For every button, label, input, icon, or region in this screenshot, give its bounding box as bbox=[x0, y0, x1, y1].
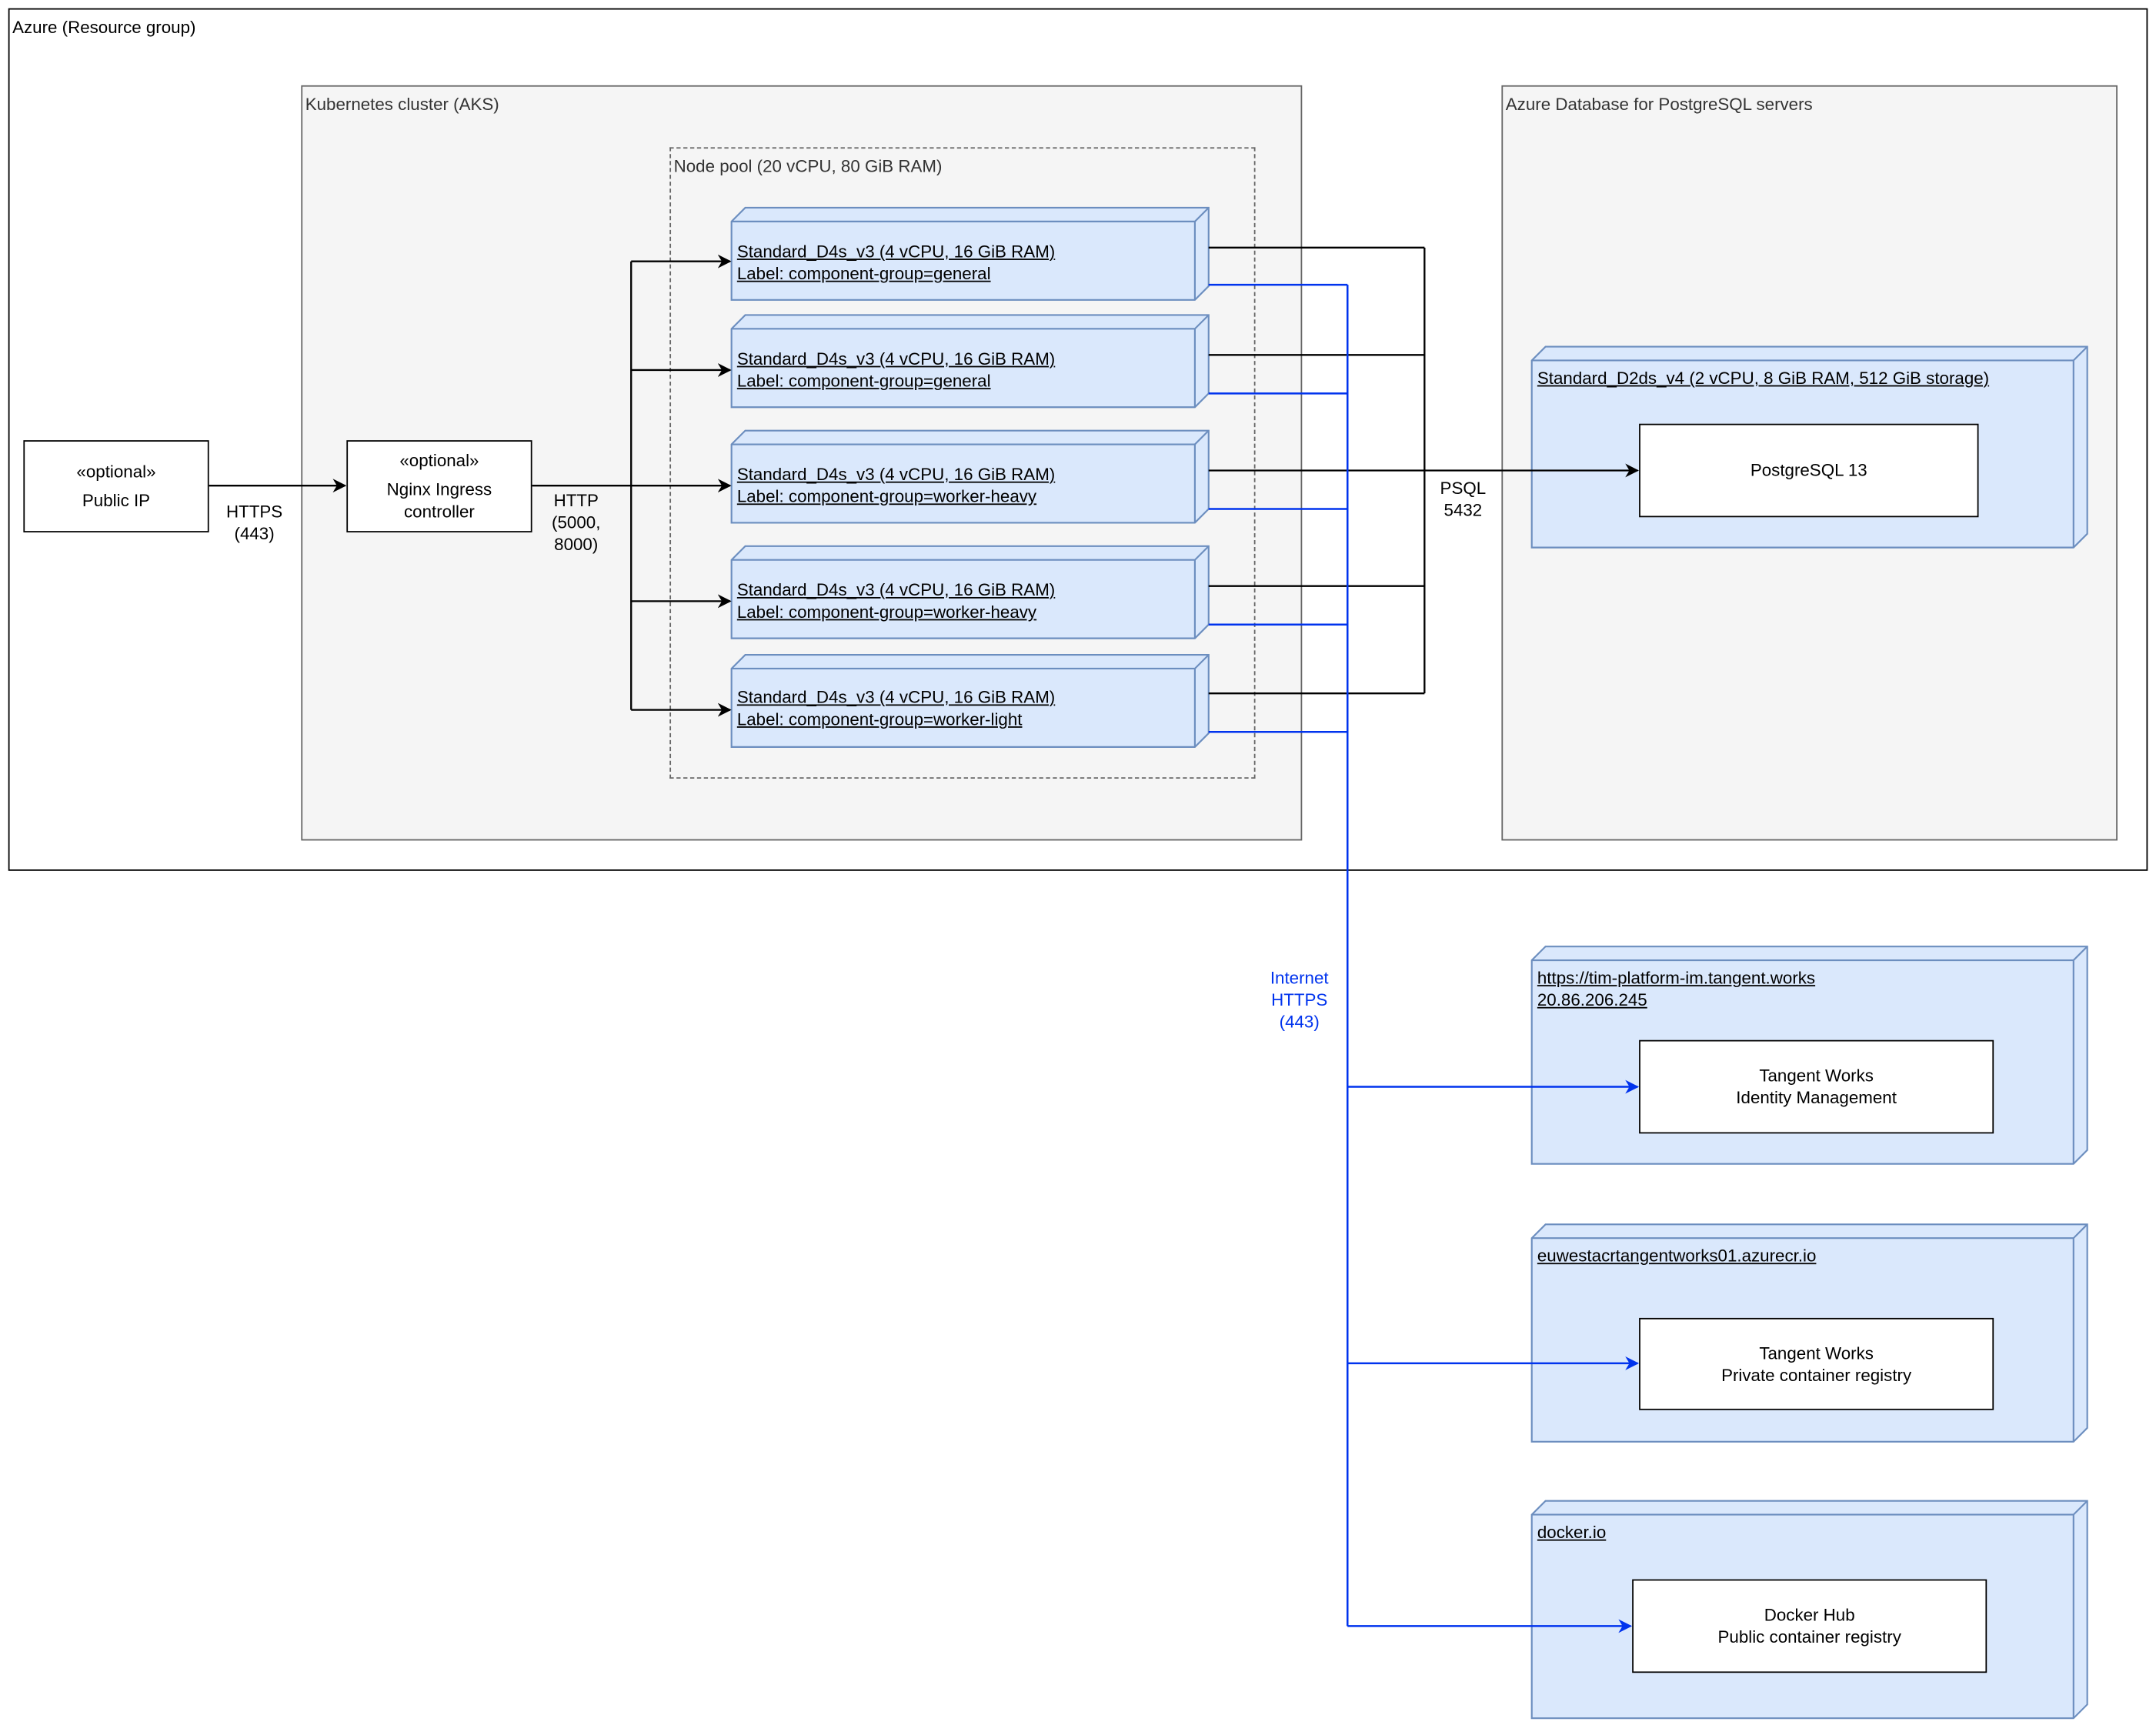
psql-edge-label: PSQL 5432 bbox=[1430, 477, 1496, 521]
node-0[interactable]: Standard_D4s_v3 (4 vCPU, 16 GiB RAM) Labe… bbox=[732, 222, 1193, 300]
docker-hub-line1: Docker Hub bbox=[1764, 1605, 1855, 1625]
node-1-label: Label: component-group=general bbox=[736, 371, 991, 391]
internet-label-line2: HTTPS bbox=[1271, 990, 1328, 1010]
http-label-line3: 8000) bbox=[554, 535, 599, 555]
private-registry-box[interactable]: Tangent Works Private container registry bbox=[1639, 1317, 1994, 1410]
identity-line1: Tangent Works bbox=[1759, 1066, 1874, 1086]
http-label-line2: (5000, bbox=[552, 512, 601, 532]
node-2[interactable]: Standard_D4s_v3 (4 vCPU, 16 GiB RAM) Labe… bbox=[732, 445, 1193, 523]
node-2-label: Label: component-group=worker-heavy bbox=[736, 486, 1037, 506]
node-3-vm: Standard_D4s_v3 (4 vCPU, 16 GiB RAM) bbox=[736, 580, 1056, 600]
identity-management-box[interactable]: Tangent Works Identity Management bbox=[1639, 1039, 1994, 1134]
nginx-ingress-box[interactable]: «optional» Nginx Ingress controller bbox=[346, 440, 532, 532]
https-label-line2: (443) bbox=[234, 524, 275, 544]
node-4-vm: Standard_D4s_v3 (4 vCPU, 16 GiB RAM) bbox=[736, 688, 1056, 708]
architecture-diagram: Azure (Resource group) Kubernetes cluste… bbox=[0, 0, 2156, 1725]
psql-label-line2: 5432 bbox=[1443, 500, 1483, 520]
node-2-vm: Standard_D4s_v3 (4 vCPU, 16 GiB RAM) bbox=[736, 465, 1056, 485]
public-ip-box[interactable]: «optional» Public IP bbox=[23, 440, 209, 532]
identity-host: https://tim-platform-im.tangent.works bbox=[1537, 968, 1816, 988]
postgresql-box[interactable]: PostgreSQL 13 bbox=[1639, 423, 1979, 518]
identity-ip: 20.86.206.245 bbox=[1537, 990, 1647, 1010]
node-0-vm: Standard_D4s_v3 (4 vCPU, 16 GiB RAM) bbox=[736, 242, 1056, 262]
psql-label-line1: PSQL bbox=[1440, 479, 1487, 499]
https-edge-label: HTTPS (443) bbox=[220, 501, 289, 545]
node-3-label: Label: component-group=worker-heavy bbox=[736, 602, 1037, 622]
identity-line2: Identity Management bbox=[1736, 1088, 1897, 1108]
ingress-name-line2: controller bbox=[403, 502, 475, 522]
node-0-label: Label: component-group=general bbox=[736, 264, 991, 284]
private-registry-line2: Private container registry bbox=[1721, 1365, 1912, 1385]
postgres-vm-label: Standard_D2ds_v4 (2 vCPU, 8 GiB RAM, 512… bbox=[1537, 369, 1990, 389]
private-registry-line1: Tangent Works bbox=[1759, 1343, 1874, 1363]
docker-host: docker.io bbox=[1537, 1523, 1607, 1543]
node-3[interactable]: Standard_D4s_v3 (4 vCPU, 16 GiB RAM) Labe… bbox=[732, 560, 1193, 639]
node-1-vm: Standard_D4s_v3 (4 vCPU, 16 GiB RAM) bbox=[736, 349, 1056, 369]
ingress-stereotype: «optional» bbox=[399, 451, 479, 471]
public-ip-name: Public IP bbox=[82, 491, 151, 511]
node-1[interactable]: Standard_D4s_v3 (4 vCPU, 16 GiB RAM) Labe… bbox=[732, 329, 1193, 407]
docker-hub-line2: Public container registry bbox=[1717, 1627, 1901, 1647]
http-edge-label: HTTP (5000, 8000) bbox=[542, 490, 610, 556]
node-4-label: Label: component-group=worker-light bbox=[736, 709, 1023, 729]
https-label-line1: HTTPS bbox=[225, 502, 283, 522]
docker-hub-box[interactable]: Docker Hub Public container registry bbox=[1632, 1579, 1987, 1673]
node-4[interactable]: Standard_D4s_v3 (4 vCPU, 16 GiB RAM) Labe… bbox=[732, 667, 1193, 746]
internet-label-line1: Internet bbox=[1270, 968, 1329, 988]
public-ip-stereotype: «optional» bbox=[76, 462, 156, 482]
ingress-name-line1: Nginx Ingress bbox=[386, 480, 492, 500]
http-label-line1: HTTP bbox=[553, 491, 599, 511]
internet-label-line3: (443) bbox=[1279, 1012, 1320, 1032]
acr-host: euwestacrtangentworks01.azurecr.io bbox=[1537, 1246, 1817, 1266]
postgresql-name: PostgreSQL 13 bbox=[1750, 460, 1867, 481]
internet-edge-label: Internet HTTPS (443) bbox=[1261, 967, 1338, 1033]
